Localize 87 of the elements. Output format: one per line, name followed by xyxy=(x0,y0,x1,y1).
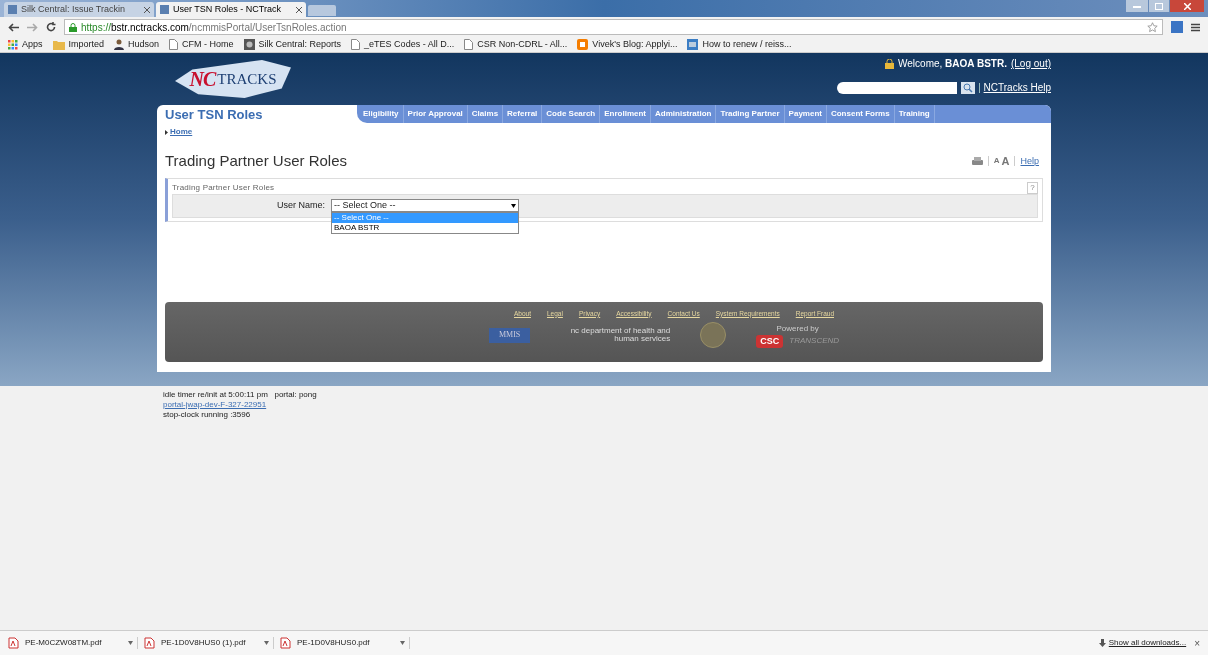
server-link[interactable]: portal-jwap-dev-F-327-22951 xyxy=(163,399,267,410)
close-icon xyxy=(144,6,150,13)
download-item[interactable]: PE-1D0V8HUS0.pdf xyxy=(280,637,400,649)
help-link[interactable]: NCTracks Help xyxy=(983,80,1051,95)
nav-link[interactable]: Payment xyxy=(784,105,827,123)
mmis-logo: MMIS xyxy=(488,327,531,343)
section-legend: Trading Partner User Roles xyxy=(172,181,275,194)
caret-icon xyxy=(511,203,516,208)
font-large-button[interactable]: A xyxy=(1001,153,1010,170)
address-field[interactable]: https://bstr.nctracks.com/ncmmisPortal/UserTsnRoles.action xyxy=(64,19,1163,35)
dropdown-option[interactable]: BAOA BSTR xyxy=(332,223,518,233)
bookmark[interactable]: Silk Central: Reports xyxy=(243,37,342,52)
bookmark[interactable]: Vivek's Blog: Applyi... xyxy=(577,37,678,52)
grid-icon xyxy=(8,39,18,50)
menu-icon[interactable] xyxy=(1191,22,1200,32)
browser-tab[interactable]: Silk Central: Issue Trackin xyxy=(4,2,154,17)
bookmark[interactable]: _eTES Codes - All D... xyxy=(351,37,455,52)
folder-icon xyxy=(52,39,65,50)
pdf-icon xyxy=(280,637,291,649)
download-item[interactable]: PE-1D0V8HUS0 (1).pdf xyxy=(144,637,264,649)
bookmark[interactable]: CFM - Home xyxy=(169,37,234,52)
caret-icon[interactable] xyxy=(400,641,405,645)
star-icon[interactable] xyxy=(1147,21,1158,33)
bullet-icon xyxy=(165,129,168,135)
field-label: User Name: xyxy=(276,198,326,212)
page-title: Trading Partner User Roles xyxy=(165,151,347,171)
browser-tab[interactable]: User TSN Roles - NCTrack xyxy=(156,2,306,17)
nav-link[interactable]: Code Search xyxy=(542,105,601,123)
nav-link[interactable]: Training xyxy=(894,105,935,123)
help-button[interactable]: ? xyxy=(1027,181,1038,194)
page-tab-title: User TSN Roles xyxy=(164,106,264,123)
breadcrumb-link[interactable]: Home xyxy=(170,126,193,138)
bookmark[interactable]: CSR Non-CDRL - All... xyxy=(464,37,568,52)
bookmark[interactable]: Imported xyxy=(52,37,105,52)
bookmark[interactable]: How to renew / reiss... xyxy=(687,37,792,52)
search-field[interactable] xyxy=(836,81,957,94)
nav-link[interactable]: Referral xyxy=(503,105,543,123)
search-icon[interactable] xyxy=(960,81,975,94)
font-small-button[interactable]: A xyxy=(993,155,1000,168)
close-button[interactable]: × xyxy=(1194,635,1200,651)
page-icon xyxy=(351,39,361,50)
user-name-select[interactable]: -- Select One -- xyxy=(331,199,519,212)
help-link[interactable]: Help xyxy=(1020,154,1039,168)
bookmark[interactable]: Hudson xyxy=(114,37,160,52)
print-icon[interactable] xyxy=(971,156,983,166)
back-icon[interactable] xyxy=(8,22,19,32)
nav-link[interactable]: Enrollment xyxy=(600,105,651,123)
download-item[interactable]: PE-M0CZW08TM.pdf xyxy=(8,637,128,649)
page-icon xyxy=(464,39,474,50)
transcend-text: TRANSCEND xyxy=(789,335,840,348)
close-icon xyxy=(296,6,302,13)
powered-by-text: Powered by xyxy=(776,322,819,335)
site-icon xyxy=(687,39,699,50)
favicon-icon xyxy=(8,5,17,14)
page-icon xyxy=(169,39,179,50)
nav-link[interactable]: Claims xyxy=(467,105,504,123)
lock-icon xyxy=(885,58,895,69)
nav-link[interactable]: Administration xyxy=(651,105,717,123)
nav-link[interactable]: Prior Approval xyxy=(403,105,468,123)
nav-link[interactable]: Consent Forms xyxy=(826,105,895,123)
blog-icon xyxy=(577,39,589,50)
minimize-icon xyxy=(1133,4,1141,8)
seal-icon xyxy=(700,322,727,349)
show-all-link[interactable]: Show all downloads... xyxy=(1108,637,1187,649)
caret-icon[interactable] xyxy=(128,641,133,645)
close-button[interactable] xyxy=(1170,0,1204,12)
reload-icon[interactable] xyxy=(46,22,56,32)
status-text: stop-clock running :3596 xyxy=(163,409,252,420)
download-icon xyxy=(1098,639,1106,647)
nav-link[interactable]: Eligibility xyxy=(359,105,404,123)
favicon-icon xyxy=(160,5,169,14)
dropdown-option[interactable]: -- Select One -- xyxy=(332,213,518,223)
dhhs-logo: nc department of health and human services xyxy=(569,327,671,344)
logo: NCTRACKS xyxy=(175,60,291,98)
close-icon xyxy=(1183,2,1191,10)
nav-link[interactable]: Trading Partner xyxy=(716,105,785,123)
maximize-icon xyxy=(1155,2,1163,10)
pdf-icon xyxy=(8,637,19,649)
status-text: idle timer re/init at 5:00:11 pm portal: pong xyxy=(163,389,318,400)
bookmark[interactable]: Apps xyxy=(8,37,43,52)
pdf-icon xyxy=(144,637,155,649)
lock-icon xyxy=(69,22,77,32)
caret-icon[interactable] xyxy=(264,641,269,645)
person-icon xyxy=(114,39,125,50)
logout-link[interactable]: (Log out) xyxy=(1010,56,1051,71)
welcome-text: Welcome, BAOA BSTR. xyxy=(898,57,1007,71)
csc-logo: CSC xyxy=(756,334,784,348)
